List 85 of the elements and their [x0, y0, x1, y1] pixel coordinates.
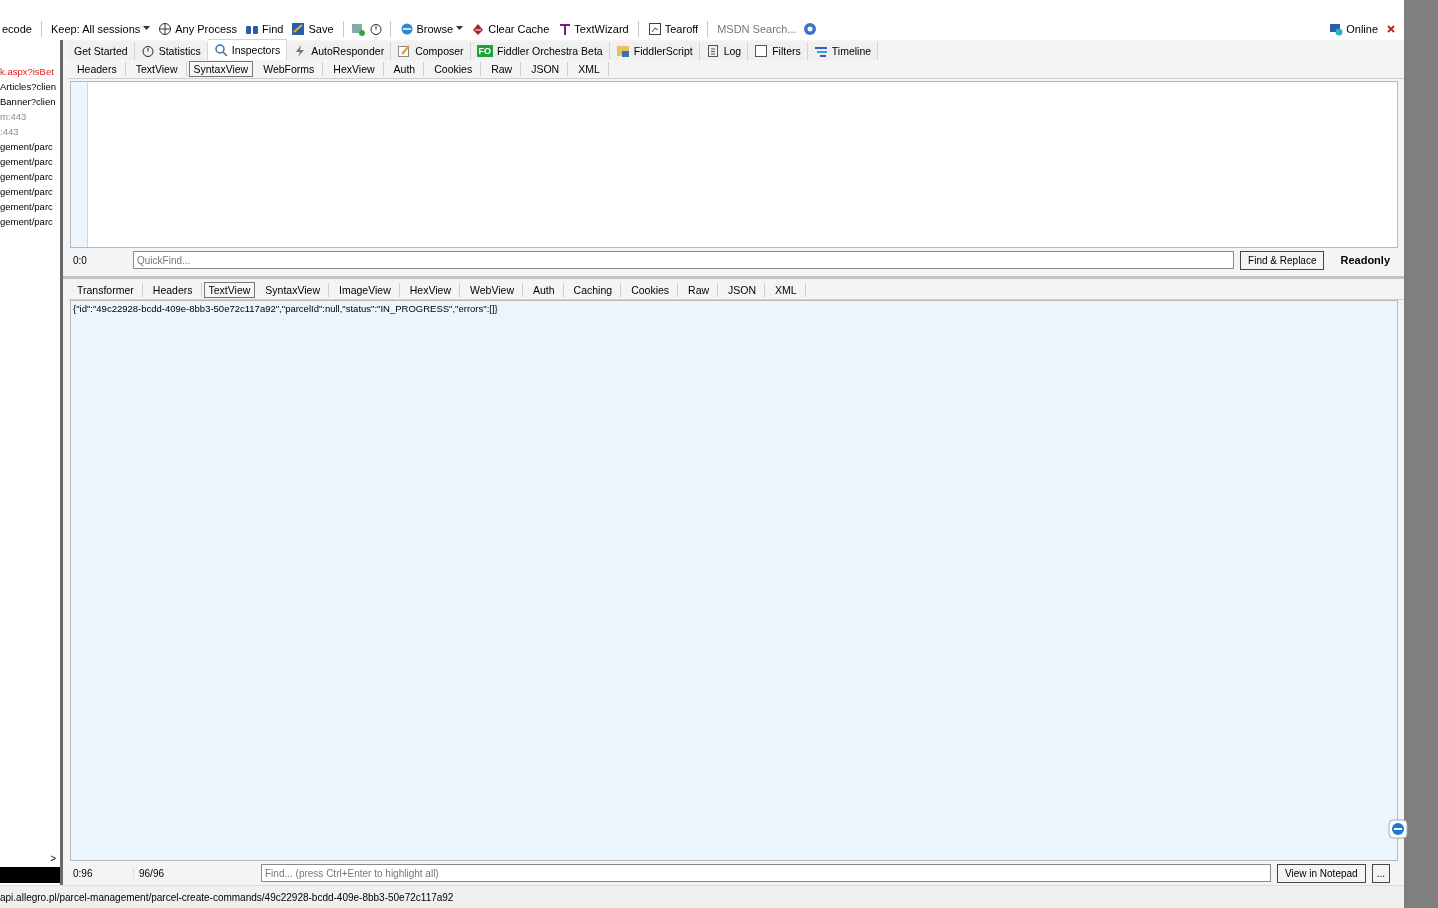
document-icon [705, 44, 720, 58]
more-button[interactable]: ... [1371, 863, 1390, 883]
help-icon [803, 21, 818, 36]
tab[interactable]: WebView [462, 283, 523, 297]
script-icon [615, 44, 630, 58]
char-count: 96/96 [133, 867, 189, 879]
tab[interactable]: Auth [385, 62, 425, 76]
tab[interactable]: SyntaxView [188, 61, 254, 77]
computer-icon [1329, 21, 1344, 36]
tab[interactable]: Cookies [623, 283, 679, 297]
toolbar-button[interactable]: Keep: All sessions [49, 22, 153, 35]
tab[interactable]: Cookies [426, 62, 482, 76]
tab[interactable]: Filters [748, 42, 808, 60]
tab[interactable]: Composer [391, 42, 471, 60]
remote-icon[interactable] [1388, 819, 1408, 839]
toolbar-button[interactable]: Find [243, 21, 286, 36]
cursor-position: 0:96 [72, 867, 94, 879]
session-row[interactable]: gement/parc [0, 169, 60, 184]
tab[interactable]: XML [767, 283, 806, 297]
find-replace-button[interactable]: Find & Replace [1240, 250, 1325, 270]
session-row[interactable]: :443 [0, 124, 60, 139]
tab[interactable]: ImageView [331, 283, 400, 297]
tab[interactable]: Timeline [807, 42, 879, 60]
tab[interactable]: Headers [144, 283, 202, 297]
tab[interactable]: JSON [523, 62, 569, 76]
screenshot-icon [350, 21, 365, 36]
tab[interactable]: WebForms [255, 62, 324, 76]
request-editor[interactable] [70, 81, 1398, 248]
tab[interactable]: Transformer [69, 283, 143, 297]
quickfind-field[interactable]: QuickFind... [133, 251, 1235, 269]
tab[interactable]: Raw [483, 62, 522, 76]
fo-badge: FO [476, 45, 494, 57]
response-body[interactable]: {"id":"49c22928-bcdd-409e-8bb3-50e72c117a92","parcelId":null,"status":"IN_PROGRESS","errors":[]} [70, 300, 1398, 861]
tab[interactable]: Headers [69, 62, 126, 76]
scroll-arrow[interactable]: > [50, 853, 56, 867]
toolbar-button[interactable]: TextWizard [555, 21, 631, 36]
readonly-label: Readonly [1340, 254, 1390, 266]
tab[interactable]: HexView [325, 62, 384, 76]
timer-icon [368, 21, 383, 36]
timeline-icon [813, 44, 828, 58]
online-status[interactable]: Online [1327, 21, 1380, 36]
magnifier-icon [213, 43, 228, 57]
toolbar-button[interactable]: ecode [0, 22, 34, 35]
tab[interactable]: Auth [525, 283, 564, 297]
session-row[interactable]: Banner?clien [0, 94, 60, 109]
response-text: {"id":"49c22928-bcdd-409e-8bb3-50e72c117a92","parcelId":null,"status":"IN_PROGRESS","errors":[]} [72, 302, 499, 316]
session-row[interactable]: m:443 [0, 109, 60, 124]
tab[interactable]: Inspectors [207, 39, 288, 60]
tab[interactable]: AutoResponder [287, 42, 392, 60]
session-row[interactable]: gement/parc [0, 199, 60, 214]
tab[interactable]: XML [570, 62, 609, 76]
command-field[interactable] [0, 867, 60, 883]
tab[interactable]: FiddlerScript [609, 42, 700, 60]
window-icon [647, 21, 662, 36]
tab[interactable]: TextView [203, 282, 256, 298]
toolbar-button[interactable]: Clear Cache [469, 21, 552, 36]
tab[interactable]: Caching [565, 283, 622, 297]
stopwatch-icon [140, 44, 155, 58]
session-row[interactable]: gement/parc [0, 184, 60, 199]
cursor-position: 0:0 [72, 254, 88, 266]
tab[interactable]: HexView [401, 283, 460, 297]
view-notepad-button[interactable]: View in Notepad [1277, 863, 1366, 883]
find-field[interactable]: Find... (press Ctrl+Enter to highlight all) [261, 864, 1271, 882]
checkbox-icon [754, 44, 769, 58]
session-row[interactable]: gement/parc [0, 139, 60, 154]
tab[interactable]: Statistics [134, 42, 208, 60]
tab[interactable]: Raw [680, 283, 719, 297]
tab[interactable]: SyntaxView [257, 283, 329, 297]
tab[interactable]: TextView [127, 62, 187, 76]
toolbar-button[interactable]: Browse [397, 21, 466, 36]
tab[interactable]: Get Started [68, 42, 135, 60]
tab[interactable]: FO Fiddler Orchestra Beta [470, 42, 610, 60]
letter-t-icon [557, 21, 572, 36]
toolbar-button[interactable]: Any Process [156, 21, 239, 36]
session-row[interactable]: Articles?clien [0, 79, 60, 94]
session-row[interactable]: gement/parc [0, 214, 60, 229]
tab[interactable]: JSON [720, 283, 766, 297]
session-row[interactable]: gement/parc [0, 154, 60, 169]
toolbar-button[interactable]: Save [289, 21, 336, 36]
pencil-icon [397, 44, 412, 58]
save-icon [291, 21, 306, 36]
toolbar-button[interactable]: Tearoff [645, 21, 701, 36]
tab[interactable]: Log [699, 42, 749, 60]
status-url: api.allegro.pl/parcel-management/parcel-create-commands/49c22928-bcdd-409e-8bb3-50e72c117a92 [0, 891, 454, 903]
session-row[interactable]: k.aspx?isBet [0, 64, 60, 79]
